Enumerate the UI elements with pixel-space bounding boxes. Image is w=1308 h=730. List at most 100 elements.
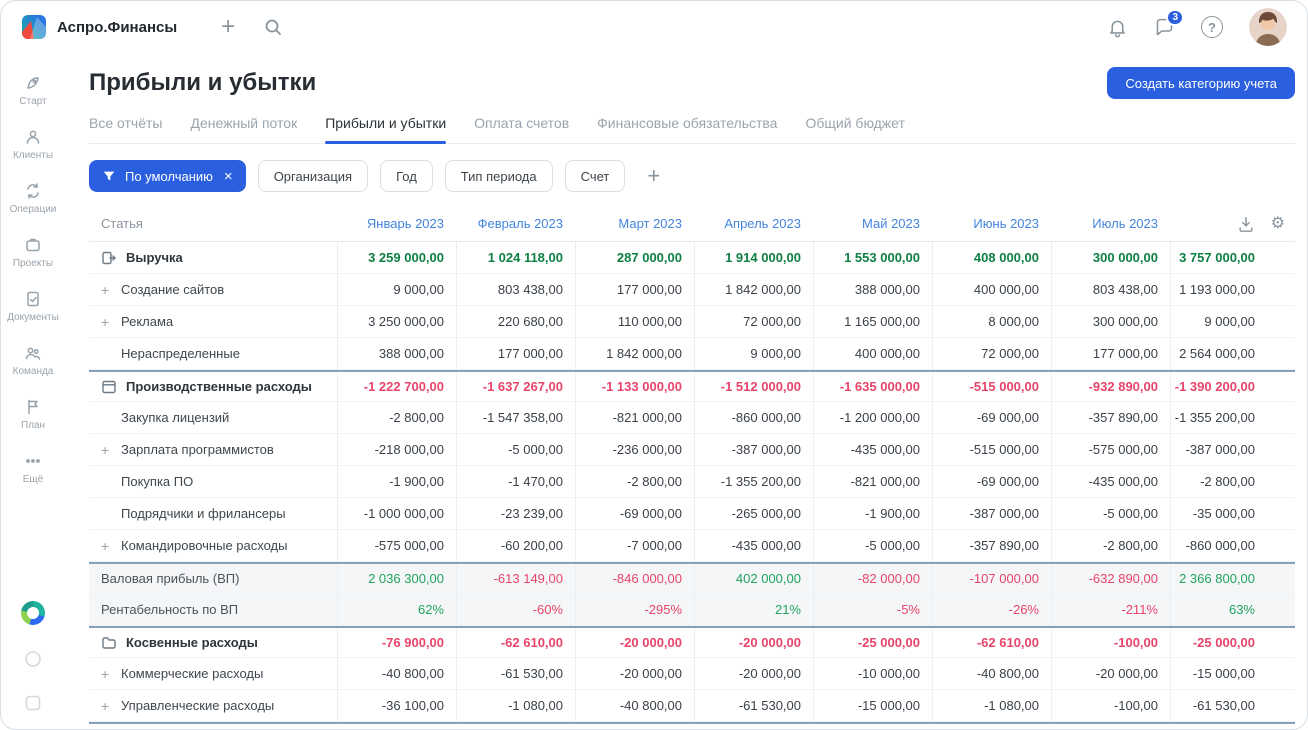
cell-value: -26% bbox=[932, 594, 1051, 625]
create-category-button[interactable]: Создать категорию учета bbox=[1107, 67, 1295, 99]
active-filter-label: По умолчанию bbox=[125, 168, 213, 184]
help-icon[interactable]: ? bbox=[1201, 16, 1223, 38]
table-header-row: Статья Январь 2023 Февраль 2023 Март 2023 А… bbox=[89, 206, 1295, 242]
tab-all-reports[interactable]: Все отчёты bbox=[89, 109, 162, 143]
row-label: Управленческие расходы bbox=[121, 698, 275, 713]
sidebar-item-clients[interactable]: Клиенты bbox=[1, 117, 65, 171]
cell-value: -40 800,00 bbox=[932, 658, 1051, 689]
sidebar-item-label: Клиенты bbox=[12, 149, 54, 161]
cell-value: -5% bbox=[813, 594, 932, 625]
cell-value: 388 000,00 bbox=[337, 338, 456, 369]
filter-account-button[interactable]: Счет bbox=[564, 160, 626, 192]
table-row[interactable]: Нераспределенные 388 000,00 177 000,00 1 84… bbox=[89, 338, 1295, 370]
sidebar-item-projects[interactable]: Проекты bbox=[1, 225, 65, 279]
table-row[interactable]: Покупка ПО -1 900,00 -1 470,00 -2 800,00 -1 … bbox=[89, 466, 1295, 498]
table-row[interactable]: + Реклама 3 250 000,00 220 680,00 110 000,00… bbox=[89, 306, 1295, 338]
page-title: Прибыли и убытки bbox=[89, 69, 317, 96]
cell-value: -7 000,00 bbox=[575, 530, 694, 561]
table-row[interactable]: + Коммерческие расходы -40 800,00 -61 530,0… bbox=[89, 658, 1295, 690]
cell-value: -20 000,00 bbox=[575, 658, 694, 689]
add-icon[interactable]: + bbox=[221, 15, 235, 39]
cell-value: -357 890,00 bbox=[932, 530, 1051, 561]
cell-value: -62 610,00 bbox=[932, 628, 1051, 657]
remove-filter-icon[interactable]: × bbox=[224, 168, 233, 185]
expand-plus-icon[interactable]: + bbox=[101, 314, 121, 330]
table-row[interactable]: Закупка лицензий -2 800,00 -1 547 358,00 -8… bbox=[89, 402, 1295, 434]
sidebar-item-start[interactable]: Старт bbox=[1, 63, 65, 117]
download-icon[interactable] bbox=[1237, 215, 1255, 233]
cell-value: 220 680,00 bbox=[456, 306, 575, 337]
sidebar-item-label: Ещё bbox=[22, 473, 44, 485]
sidebar-extra-icon-1[interactable] bbox=[23, 649, 43, 669]
cell-value: -1 390 200,00 bbox=[1170, 372, 1295, 401]
app-logo[interactable] bbox=[21, 14, 47, 40]
cell-value: -100,00 bbox=[1051, 628, 1170, 657]
sidebar-item-team[interactable]: Команда bbox=[1, 333, 65, 387]
expand-plus-icon[interactable]: + bbox=[101, 282, 121, 298]
cell-value: 72 000,00 bbox=[932, 338, 1051, 369]
table-row[interactable]: Подрядчики и фрилансеры -1 000 000,00 -23 … bbox=[89, 498, 1295, 530]
sidebar-item-operations[interactable]: Операции bbox=[1, 171, 65, 225]
sidebar: Старт Клиенты Операции Проекты Документы… bbox=[1, 53, 65, 729]
row-label-cell: Выручка bbox=[89, 242, 337, 273]
sidebar-item-more[interactable]: Ещё bbox=[1, 441, 65, 495]
filter-period-type-button[interactable]: Тип периода bbox=[444, 160, 553, 192]
revenue-category-icon bbox=[101, 250, 117, 266]
sidebar-item-plan[interactable]: План bbox=[1, 387, 65, 441]
cell-value: -36 100,00 bbox=[337, 690, 456, 721]
tab-financial-obligations[interactable]: Финансовые обязательства bbox=[597, 109, 777, 143]
cell-value: -846 000,00 bbox=[575, 564, 694, 593]
cell-value: 2 564 000,00 bbox=[1170, 338, 1295, 369]
table-row[interactable]: Валовая прибыль (ВП) 2 036 300,00 -613 149… bbox=[89, 562, 1295, 594]
active-filter-chip[interactable]: По умолчанию × bbox=[89, 160, 246, 192]
table-row[interactable]: Косвенные расходы -76 900,00 -62 610,00 -20… bbox=[89, 626, 1295, 658]
cell-value: -25 000,00 bbox=[813, 628, 932, 657]
table-row[interactable]: + Командировочные расходы -575 000,00 -60 2… bbox=[89, 530, 1295, 562]
cell-value: 21% bbox=[694, 594, 813, 625]
expand-plus-icon[interactable]: + bbox=[101, 666, 121, 682]
table-row[interactable]: + Создание сайтов 9 000,00 803 438,00 177 00… bbox=[89, 274, 1295, 306]
tab-profit-loss[interactable]: Прибыли и убытки bbox=[325, 109, 446, 144]
row-label-cell: Покупка ПО bbox=[89, 466, 337, 497]
cell-value: -60% bbox=[456, 594, 575, 625]
user-avatar[interactable] bbox=[1249, 8, 1287, 46]
bell-icon[interactable] bbox=[1107, 17, 1128, 38]
expand-plus-icon[interactable]: + bbox=[101, 538, 121, 554]
cell-value: 2 036 300,00 bbox=[337, 564, 456, 593]
search-icon[interactable] bbox=[263, 17, 283, 37]
cell-value: -1 000 000,00 bbox=[337, 498, 456, 529]
tab-cash-flow[interactable]: Денежный поток bbox=[190, 109, 297, 143]
cell-value: 400 000,00 bbox=[932, 274, 1051, 305]
sidebar-item-documents[interactable]: Документы bbox=[1, 279, 65, 333]
tab-bill-payment[interactable]: Оплата счетов bbox=[474, 109, 569, 143]
settings-gear-icon[interactable]: ⚙ bbox=[1271, 215, 1285, 232]
cell-value: -61 530,00 bbox=[456, 658, 575, 689]
cell-value: -25 000,00 bbox=[1170, 628, 1295, 657]
add-filter-icon[interactable]: + bbox=[641, 164, 666, 188]
row-label-cell: Валовая прибыль (ВП) bbox=[89, 564, 337, 593]
topbar-right: 3 ? bbox=[1107, 8, 1287, 46]
row-label-cell: + Командировочные расходы bbox=[89, 530, 337, 561]
cell-value: -2 800,00 bbox=[575, 466, 694, 497]
table-row[interactable]: + Управленческие расходы -36 100,00 -1 080,… bbox=[89, 690, 1295, 722]
tab-general-budget[interactable]: Общий бюджет bbox=[805, 109, 904, 143]
table-row[interactable]: + Зарплата программистов -218 000,00 -5 000… bbox=[89, 434, 1295, 466]
cell-value: -10 000,00 bbox=[813, 658, 932, 689]
cell-value: -35 000,00 bbox=[1170, 498, 1295, 529]
cell-value: -932 890,00 bbox=[1051, 372, 1170, 401]
sidebar-extra-icon-2[interactable] bbox=[23, 693, 43, 713]
table-row[interactable]: Рентабельность по ВП 62% -60% -295% 21% -5% -2… bbox=[89, 594, 1295, 626]
table-row[interactable]: Производственные расходы -1 222 700,00 -1 … bbox=[89, 370, 1295, 402]
cell-value: 1 024 118,00 bbox=[456, 242, 575, 273]
cell-value: -515 000,00 bbox=[932, 434, 1051, 465]
cell-value: -387 000,00 bbox=[1170, 434, 1295, 465]
cell-value: -860 000,00 bbox=[694, 402, 813, 433]
cell-value: -5 000,00 bbox=[456, 434, 575, 465]
expand-plus-icon[interactable]: + bbox=[101, 442, 121, 458]
sidebar-item-label: Старт bbox=[19, 95, 47, 107]
filter-organization-button[interactable]: Организация bbox=[257, 160, 369, 192]
filter-year-button[interactable]: Год bbox=[380, 160, 433, 192]
expand-plus-icon[interactable]: + bbox=[101, 698, 121, 714]
cell-value: 62% bbox=[337, 594, 456, 625]
table-row[interactable]: Выручка 3 259 000,00 1 024 118,00 287 000,0… bbox=[89, 242, 1295, 274]
